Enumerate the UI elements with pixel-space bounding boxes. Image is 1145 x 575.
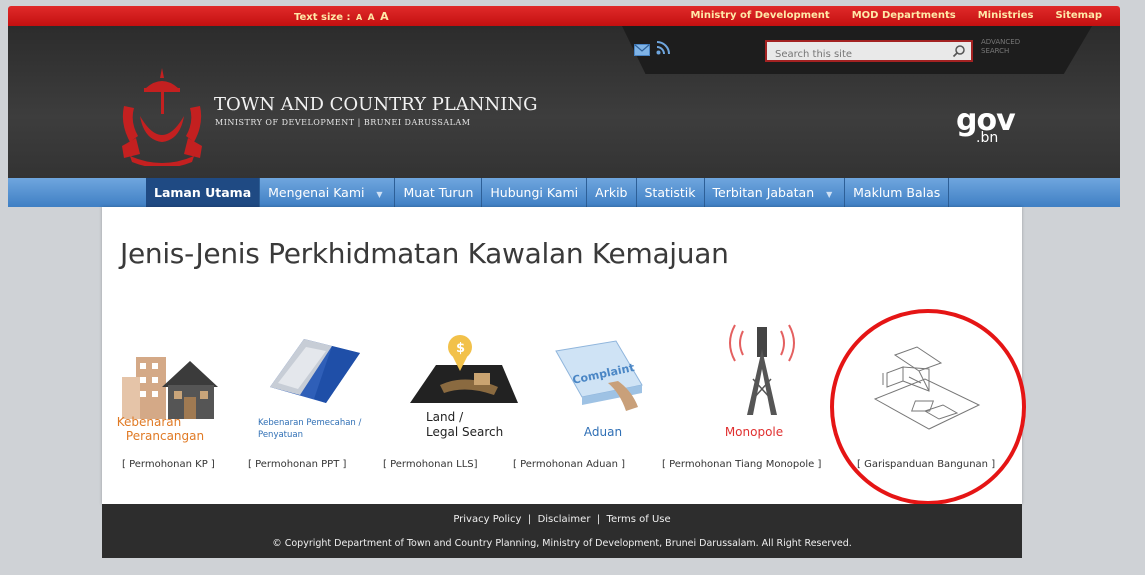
nav-terbitan-jabatan[interactable]: Terbitan Jabatan ▼ [705, 178, 846, 207]
brunei-crest-logo [122, 68, 202, 166]
nav-maklum-balas[interactable]: Maklum Balas [845, 178, 950, 207]
nav-statistik[interactable]: Statistik [637, 178, 705, 207]
dropdown-arrow-icon[interactable]: ▼ [822, 180, 836, 209]
link-ministry-of-development[interactable]: Ministry of Development [690, 10, 829, 21]
link-sitemap[interactable]: Sitemap [1055, 10, 1102, 21]
caption-line-1: Kebenaran Pemecahan / [258, 418, 362, 428]
footer-disclaimer[interactable]: Disclaimer [538, 514, 591, 525]
service-caption: Aduan [583, 425, 623, 439]
link-permohonan-kp[interactable]: [ Permohonan KP ] [122, 459, 215, 470]
link-permohonan-ppt[interactable]: [ Permohonan PPT ] [248, 459, 346, 470]
main-nav: Laman Utama Mengenai Kami ▼ Muat Turun Hu… [8, 178, 1120, 207]
caption-line-2: Perancangan [125, 429, 205, 443]
mail-icon[interactable] [634, 44, 650, 56]
search-input[interactable] [767, 45, 937, 64]
link-ministries[interactable]: Ministries [978, 10, 1034, 21]
link-permohonan-tiang-monopole[interactable]: [ Permohonan Tiang Monopole ] [662, 459, 821, 470]
search-box [765, 40, 973, 64]
text-size-control: Text size : A A A [294, 10, 389, 23]
nav-hubungi-kami[interactable]: Hubungi Kami [482, 178, 588, 207]
footer-links: Privacy Policy | Disclaimer | Terms of U… [102, 514, 1022, 525]
text-size-small[interactable]: A [356, 13, 362, 22]
service-caption: Kebenaran Pemecahan / Penyatuan [258, 417, 388, 441]
houses-icon [122, 357, 218, 419]
link-mod-departments[interactable]: MOD Departments [852, 10, 956, 21]
link-permohonan-aduan[interactable]: [ Permohonan Aduan ] [513, 459, 625, 470]
top-links: Ministry of Development MOD Departments … [690, 10, 1102, 21]
caption-line-2: Legal Search [426, 425, 504, 439]
footer-separator: | [596, 514, 601, 525]
site-header: ADVANCED SEARCH TOWN AND COUNTRY PLANNIN… [8, 26, 1120, 178]
site-subtitle: MINISTRY OF DEVELOPMENT | BRUNEI DARUSSA… [215, 118, 471, 127]
nav-mengenai-kami[interactable]: Mengenai Kami ▼ [260, 178, 396, 209]
service-aduan[interactable]: Complaint Aduan [534, 327, 664, 457]
footer-separator: | [527, 514, 532, 525]
advanced-search-link[interactable]: ADVANCED SEARCH [981, 38, 1020, 56]
site-footer: Privacy Policy | Disclaimer | Terms of U… [102, 504, 1022, 558]
highlight-circle [830, 309, 1026, 505]
service-caption: Monopole [724, 425, 784, 439]
gov-logo-suffix: .bn [976, 130, 999, 146]
footer-privacy-policy[interactable]: Privacy Policy [453, 514, 521, 525]
nav-muat-turun[interactable]: Muat Turun [395, 178, 483, 207]
nav-mengenai-kami-label: Mengenai Kami [268, 185, 365, 200]
top-bar: Text size : A A A Ministry of Developmen… [8, 6, 1120, 26]
advanced-search-line2: SEARCH [981, 47, 1010, 55]
search-icon[interactable] [952, 44, 966, 58]
land-search-icon: $ [410, 335, 518, 403]
nav-laman-utama[interactable]: Laman Utama [146, 178, 261, 207]
footer-terms-of-use[interactable]: Terms of Use [607, 514, 671, 525]
site-title: TOWN AND COUNTRY PLANNING [214, 94, 538, 115]
service-caption: Land / Legal Search [396, 410, 526, 440]
caption-line-2: Penyatuan [258, 430, 303, 440]
page-title: Jenis-Jenis Perkhidmatan Kawalan Kemajua… [120, 237, 729, 270]
text-size-large[interactable]: A [380, 10, 389, 23]
nav-arkib[interactable]: Arkib [587, 178, 637, 207]
complaint-key-icon: Complaint [555, 340, 643, 411]
service-kebenaran-perancangan[interactable]: Kebenaran Perancangan [114, 327, 244, 457]
gov-bn-logo[interactable]: gov .bn [956, 106, 1016, 147]
land-subdivision-icon [270, 339, 360, 403]
text-size-medium[interactable]: A [368, 13, 375, 23]
service-land-legal-search[interactable]: $ Land / Legal Search [394, 327, 524, 457]
nav-terbitan-jabatan-label: Terbitan Jabatan [712, 185, 815, 200]
caption-line-1: Land / [426, 410, 464, 424]
text-size-label: Text size : [294, 12, 351, 23]
caption-line-1: Kebenaran [116, 415, 182, 429]
monopole-tower-icon [729, 324, 795, 415]
service-kebenaran-pemecahan[interactable]: Kebenaran Pemecahan / Penyatuan [252, 327, 382, 457]
service-monopole[interactable]: Monopole [697, 324, 827, 457]
service-caption: Kebenaran Perancangan [84, 415, 214, 443]
rss-icon[interactable] [656, 41, 670, 55]
link-permohonan-lls[interactable]: [ Permohonan LLS] [383, 459, 478, 470]
advanced-search-line1: ADVANCED [981, 38, 1021, 46]
svg-text:$: $ [456, 341, 465, 356]
footer-copyright: © Copyright Department of Town and Count… [272, 538, 852, 549]
dropdown-arrow-icon[interactable]: ▼ [372, 180, 386, 209]
